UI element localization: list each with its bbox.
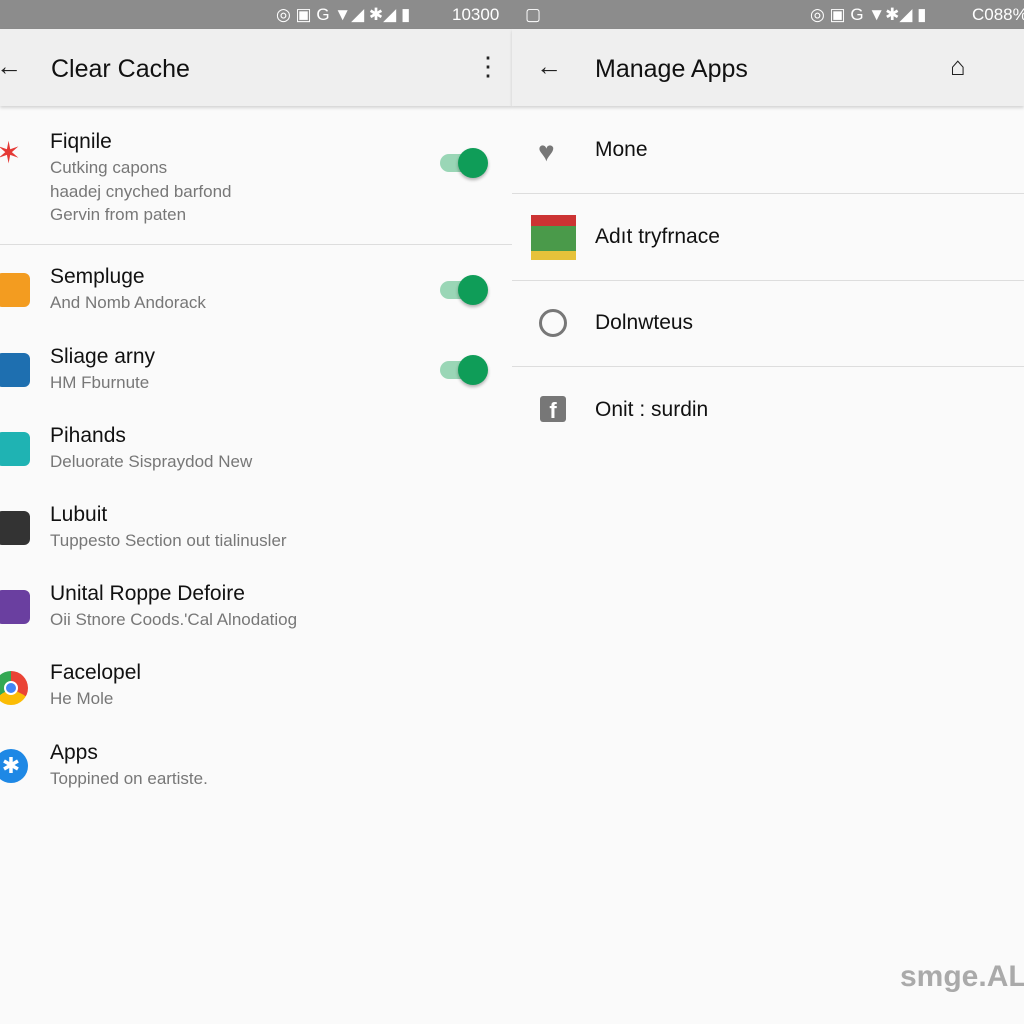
- more-options-icon[interactable]: ⋮: [475, 51, 501, 82]
- clock-icon: [539, 309, 567, 337]
- app-icon: [0, 273, 30, 307]
- app-title: Apps: [50, 741, 98, 764]
- app-title: Facelopel: [50, 661, 142, 684]
- app-subtitle: Gervin from paten: [50, 205, 187, 224]
- app-title: Sempluge: [50, 265, 145, 288]
- page-title: Manage Apps: [595, 55, 748, 83]
- more-options-icon[interactable]: ⋮: [1016, 51, 1024, 82]
- app-list-item[interactable]: Lubuit Tuppesto Section out tialinusler: [0, 503, 512, 573]
- divider: [512, 366, 1024, 367]
- bluetooth-icon: ✱: [0, 749, 28, 783]
- divider: [512, 280, 1024, 281]
- item-label: Onit : surdin: [595, 398, 709, 421]
- app-subtitle: Deluorate Sispraydod New: [50, 452, 253, 471]
- status-icons-right: ◎ ▣ G ▼✱◢ ▮: [810, 5, 927, 24]
- back-arrow-icon[interactable]: ←: [536, 51, 562, 82]
- item-label: Adıt tryfrnace: [595, 225, 720, 248]
- item-label: Mone: [595, 138, 648, 161]
- app-list-item[interactable]: Pihands Deluorate Sispraydod New: [0, 424, 512, 494]
- status-bar: ◎ ▣ G ▼◢ ✱◢ ▮ 10300 ▢ ◎ ▣ G ▼✱◢ ▮ C088%: [0, 0, 1024, 29]
- app-subtitle: And Nomb Andorack: [50, 293, 206, 312]
- manage-apps-item[interactable]: Adıt tryfrnace: [0, 215, 1024, 260]
- app-title: Unital Roppe Defoire: [50, 582, 245, 605]
- wifi-heart-icon: ♥: [538, 136, 555, 167]
- app-subtitle: He Mole: [50, 689, 114, 708]
- battery-level: C088%: [972, 5, 1024, 24]
- toggle-switch[interactable]: [440, 275, 490, 305]
- app-title: Sliage arny: [50, 345, 156, 368]
- app-subtitle: haadej cnyched barfond: [50, 181, 232, 201]
- left-app-bar: ← Clear Cache ⋮: [0, 29, 512, 106]
- notification-icon: ▢: [525, 5, 542, 24]
- status-icons: ◎ ▣ G ▼◢ ✱◢ ▮: [276, 5, 411, 24]
- manage-apps-item[interactable]: f Onit : surdin: [0, 396, 1024, 428]
- app-subtitle: Tuppesto Section out tialinusler: [50, 531, 287, 550]
- app-icon: [0, 432, 30, 466]
- app-list-item[interactable]: Facelopel He Mole: [0, 661, 512, 731]
- app-subtitle: HM Fburnute: [50, 373, 150, 392]
- camera-icon: [0, 511, 30, 545]
- app-title: Lubuit: [50, 503, 108, 526]
- divider: [512, 193, 1024, 194]
- page-title: Clear Cache: [51, 55, 190, 83]
- watermark: smge.ALF: [900, 960, 1024, 993]
- manage-apps-item[interactable]: Dolnwteus: [0, 309, 1024, 341]
- facebook-icon: f: [540, 396, 566, 423]
- play-icon: [0, 353, 30, 387]
- item-label: Dolnwteus: [595, 311, 694, 334]
- app-icon: [0, 590, 30, 624]
- app-list-item[interactable]: ✱ Apps Toppined on eartiste.: [0, 741, 512, 811]
- app-list-item[interactable]: Unital Roppe Defoire Oii Stnore Coods.'Ca…: [0, 582, 512, 652]
- right-app-bar: ← Manage Apps ⌂ ⋮: [512, 29, 1024, 106]
- toggle-switch[interactable]: [440, 355, 490, 385]
- app-subtitle: Oii Stnore Coods.'Cal Alnodatiog: [50, 610, 298, 629]
- home-icon[interactable]: ⌂: [950, 51, 966, 82]
- status-time: 10300: [452, 5, 500, 24]
- back-arrow-icon[interactable]: ←: [0, 51, 22, 82]
- manage-apps-item[interactable]: ♥ Mone: [0, 136, 1024, 168]
- game-icon: [531, 215, 576, 260]
- app-subtitle: Toppined on eartiste.: [50, 769, 208, 788]
- chrome-icon: [0, 671, 28, 705]
